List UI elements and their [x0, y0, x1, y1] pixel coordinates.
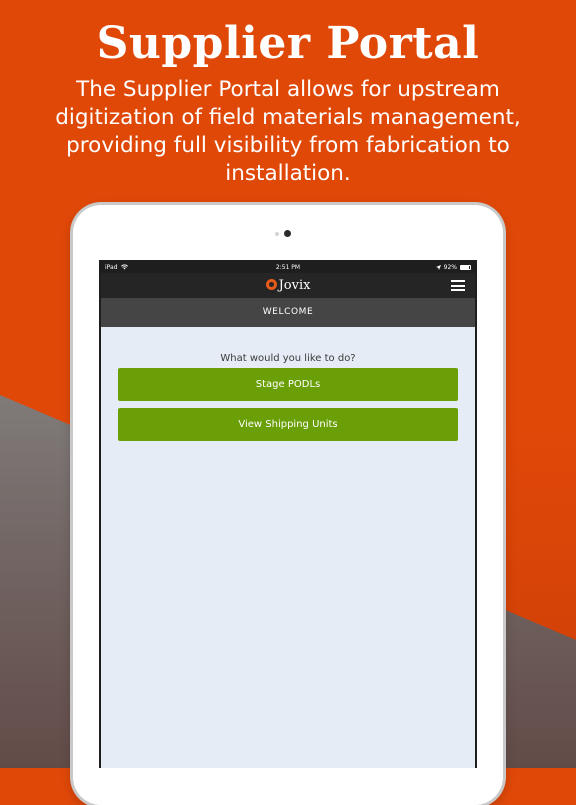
marketing-description: The Supplier Portal allows for upstream … — [55, 77, 521, 186]
app-header: Jovix — [101, 273, 475, 298]
logo-text: Jovix — [278, 278, 311, 293]
battery-fill — [461, 266, 470, 269]
status-right: 92% — [435, 262, 471, 273]
stage-podls-button[interactable]: Stage PODLs — [118, 368, 458, 401]
status-time: 2:51 PM — [275, 264, 301, 271]
hamburger-menu-icon[interactable] — [451, 280, 465, 291]
device-screen: iPad 2:51 PM 92% Jovix WELCOME What woul… — [99, 260, 477, 768]
battery-icon — [460, 265, 471, 270]
view-shipping-units-button[interactable]: View Shipping Units — [118, 408, 458, 441]
app-logo: Jovix — [101, 273, 475, 298]
location-arrow-icon — [435, 265, 441, 270]
battery-percent: 92% — [443, 264, 457, 271]
light-sensor — [275, 232, 279, 236]
action-prompt: What would you like to do? — [220, 353, 356, 364]
page-title: WELCOME — [101, 298, 475, 327]
marketing-headline: Supplier Portal — [96, 18, 480, 69]
front-camera — [284, 230, 291, 237]
status-bar: iPad 2:51 PM 92% — [101, 262, 475, 273]
jovix-logo-icon — [265, 279, 277, 290]
